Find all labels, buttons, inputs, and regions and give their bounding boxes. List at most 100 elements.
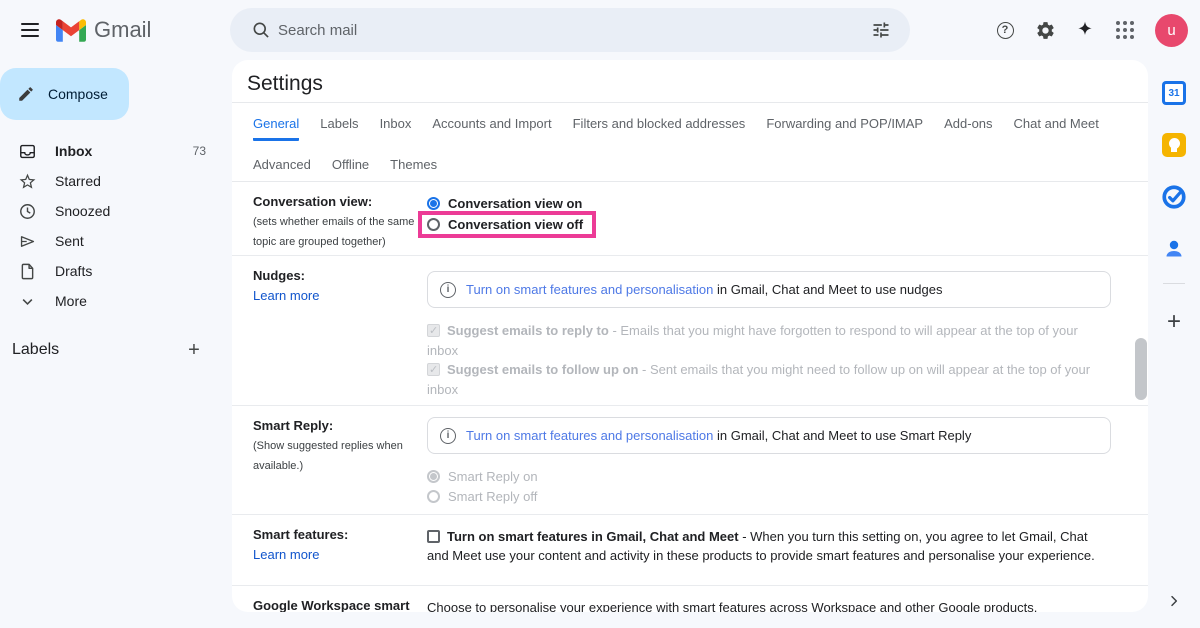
tab-themes[interactable]: Themes [390,157,437,179]
conversation-view-off-label: Conversation view off [448,217,583,232]
search-input[interactable] [278,22,862,39]
suggest-reply-option: Suggest emails to reply to - Emails that… [427,321,1111,360]
suggest-followup-option: Suggest emails to follow up on - Sent em… [427,360,1111,399]
contacts-icon[interactable] [1156,231,1192,267]
smart-features-option: Turn on smart features in Gmail, Chat an… [427,527,1111,565]
get-add-ons-plus-icon[interactable]: + [1156,304,1192,340]
labels-heading: Labels [12,341,59,359]
tab-inbox[interactable]: Inbox [380,116,412,141]
radio-selected-icon[interactable] [427,197,440,210]
nudges-options-disabled: Suggest emails to reply to - Emails that… [427,321,1111,399]
search-options-icon[interactable] [862,11,900,49]
setting-row-smart-reply: Smart Reply: (Show suggested replies whe… [232,406,1148,515]
checkbox-checked-disabled-icon [427,324,440,337]
radio-unselected-disabled-icon [427,490,440,503]
radio-unselected-icon[interactable] [427,218,440,231]
tab-labels[interactable]: Labels [320,116,358,141]
conversation-view-label: Conversation view: [253,194,419,209]
gemini-sparkle-icon[interactable] [1068,13,1102,47]
info-icon [440,282,456,298]
left-sidebar: Compose Inbox 73 Starred Snoozed Sent Dr… [0,60,232,628]
tab-offline[interactable]: Offline [332,157,369,179]
help-icon[interactable] [988,13,1022,47]
rail-divider [1163,283,1185,284]
conversation-view-off-option-highlighted[interactable]: Conversation view off [418,211,596,238]
sidebar-item-starred[interactable]: Starred [0,166,232,196]
workspace-smart-label: Google Workspace smart [253,598,419,612]
smart-reply-off-option-disabled: Smart Reply off [427,487,1111,507]
settings-gear-icon[interactable] [1028,13,1062,47]
setting-row-nudges: Nudges: Learn more Turn on smart feature… [232,256,1148,406]
inbox-unread-count: 73 [193,144,206,158]
nudges-learn-more-link[interactable]: Learn more [253,288,319,303]
inbox-icon [18,142,37,161]
workspace-smart-text: Choose to personalise your experience wi… [427,598,1111,612]
sidebar-item-label: Sent [55,233,84,249]
smart-features-label: Smart features: [253,527,419,542]
sidebar-item-more[interactable]: More [0,286,232,316]
radio-selected-disabled-icon [427,470,440,483]
info-icon [440,428,456,444]
smart-reply-smart-features-banner: Turn on smart features and personalisati… [427,417,1111,454]
setting-row-smart-features: Smart features: Learn more Turn on smart… [232,515,1148,586]
create-label-plus-icon[interactable]: + [182,338,206,362]
tab-forwarding-and-pop-imap[interactable]: Forwarding and POP/IMAP [766,116,923,141]
conversation-view-on-label: Conversation view on [448,196,582,211]
clock-icon [18,202,37,221]
account-avatar[interactable]: u [1155,14,1188,47]
gmail-wordmark: Gmail [94,17,151,43]
pencil-icon [17,85,35,103]
page-title: Settings [247,72,1148,96]
sidebar-item-label: Snoozed [55,203,110,219]
google-apps-grid-icon[interactable] [1108,13,1142,47]
labels-section-header: Labels + [0,338,232,362]
setting-row-conversation-view: Conversation view: (sets whether emails … [232,182,1148,256]
gmail-logo[interactable]: Gmail [56,17,151,43]
nudges-label: Nudges: [253,268,419,283]
smart-reply-description: (Show suggested replies when available.) [253,436,419,476]
turn-on-smart-features-link[interactable]: Turn on smart features and personalisati… [466,428,713,443]
settings-header: Settings [232,60,1148,103]
keep-icon[interactable] [1156,127,1192,163]
vertical-scrollbar[interactable] [1135,338,1147,400]
chevron-right-icon[interactable] [1159,586,1189,616]
smart-reply-on-option-disabled: Smart Reply on [427,467,1111,487]
banner-text: in Gmail, Chat and Meet to use Smart Rep… [713,428,971,443]
tab-filters-and-blocked-addresses[interactable]: Filters and blocked addresses [573,116,746,141]
smart-reply-label: Smart Reply: [253,418,419,433]
smart-features-learn-more-link[interactable]: Learn more [253,547,319,562]
search-icon[interactable] [244,13,278,47]
compose-label: Compose [48,86,108,102]
send-icon [18,232,37,251]
nudges-smart-features-banner: Turn on smart features and personalisati… [427,271,1111,308]
turn-on-smart-features-link[interactable]: Turn on smart features and personalisati… [466,282,713,297]
sidebar-item-label: More [55,293,87,309]
tab-add-ons[interactable]: Add-ons [944,116,992,141]
top-bar: Gmail u [0,0,1200,60]
sidebar-item-drafts[interactable]: Drafts [0,256,232,286]
sidebar-item-inbox[interactable]: Inbox 73 [0,136,232,166]
right-side-panel: 31 + [1148,60,1200,628]
compose-button[interactable]: Compose [0,68,129,120]
sidebar-item-snoozed[interactable]: Snoozed [0,196,232,226]
conversation-view-description: (sets whether emails of the same topic a… [253,212,419,252]
main-menu-icon[interactable] [8,8,52,52]
setting-row-workspace-smart: Google Workspace smart Choose to persona… [232,586,1148,612]
banner-text: in Gmail, Chat and Meet to use nudges [713,282,942,297]
sidebar-item-label: Inbox [55,143,92,159]
tab-chat-and-meet[interactable]: Chat and Meet [1014,116,1099,141]
star-icon [18,172,37,191]
file-icon [18,262,37,281]
chevron-down-icon [18,292,37,311]
checkbox-unchecked-icon[interactable] [427,530,440,543]
sidebar-item-sent[interactable]: Sent [0,226,232,256]
gmail-m-icon [56,19,86,42]
tasks-icon[interactable] [1156,179,1192,215]
sidebar-item-label: Drafts [55,263,92,279]
tab-general[interactable]: General [253,116,299,141]
tab-advanced[interactable]: Advanced [253,157,311,179]
tab-accounts-and-import[interactable]: Accounts and Import [432,116,551,141]
search-bar[interactable] [230,8,910,52]
calendar-icon[interactable]: 31 [1156,75,1192,111]
top-actions: u [988,13,1188,47]
